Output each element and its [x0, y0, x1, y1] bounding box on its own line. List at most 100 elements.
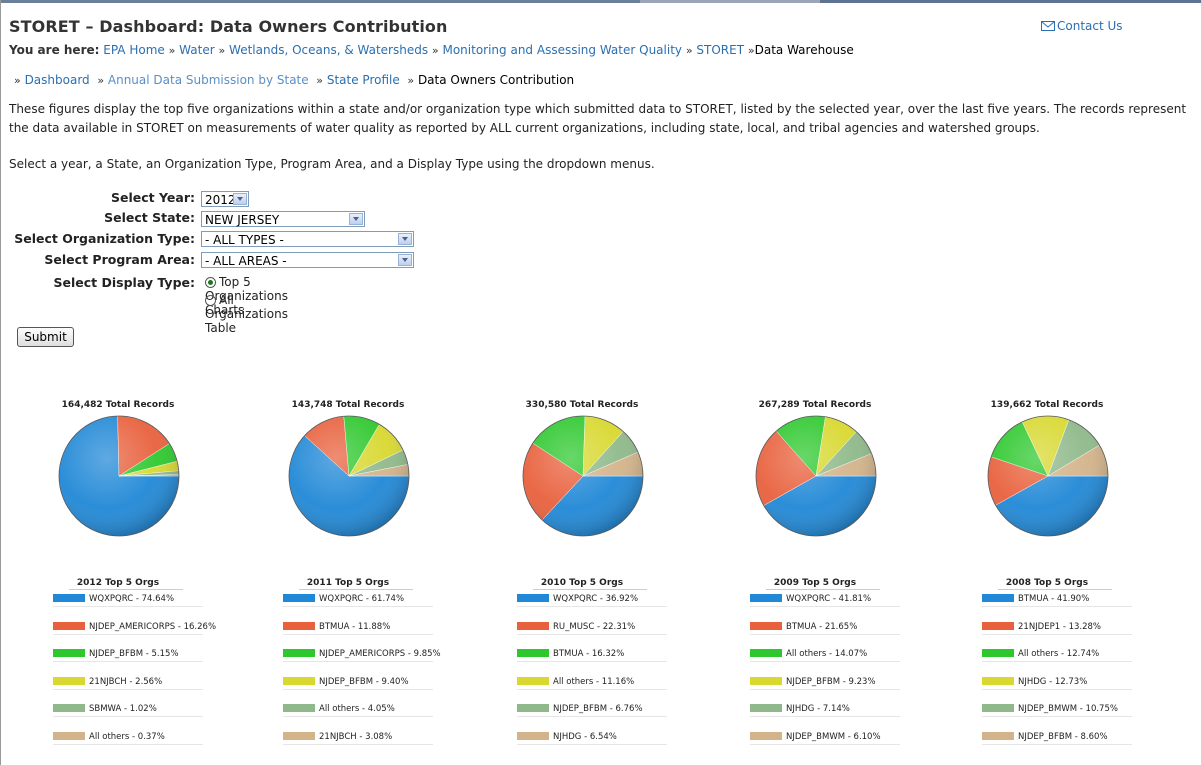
- breadcrumb-monitoring[interactable]: Monitoring and Assessing Water Quality: [442, 43, 682, 57]
- legend-item: All others - 12.74%: [982, 649, 1132, 662]
- submit-button[interactable]: Submit: [17, 327, 74, 347]
- legend-swatch: [53, 731, 85, 740]
- chart-total-records: 143,748 Total Records: [291, 400, 405, 410]
- legend-item: 21NJBCH - 2.56%: [53, 676, 203, 690]
- legend-label: 21NJBCH - 2.56%: [89, 676, 163, 687]
- legend-swatch: [517, 649, 549, 657]
- breadcrumb-water[interactable]: Water: [179, 43, 214, 57]
- legend-divider: [517, 661, 667, 662]
- pie-shading: [755, 415, 877, 537]
- year-label: Select Year:: [111, 190, 195, 205]
- description-text: These figures display the top five organ…: [9, 102, 1187, 135]
- legend-divider: [517, 743, 667, 745]
- page-title: STORET – Dashboard: Data Owners Contribu…: [9, 17, 448, 36]
- pie-shading: [987, 415, 1109, 537]
- legend-item: WQXPQRC - 74.64%: [53, 594, 203, 607]
- legend-label: BTMUA - 16.32%: [553, 649, 625, 659]
- legend-label: WQXPQRC - 74.64%: [89, 594, 175, 604]
- legend-swatch: [53, 704, 85, 712]
- legend-divider: [982, 661, 1132, 662]
- display-label: Select Display Type:: [53, 275, 195, 290]
- chart-total-records: 267,289 Total Records: [758, 400, 872, 410]
- legend-item: NJDEP_BFBM - 5.15%: [53, 649, 203, 662]
- legend-item: NJHDG - 12.73%: [982, 676, 1132, 690]
- pie-shading: [58, 415, 180, 537]
- legend-label: WQXPQRC - 41.81%: [786, 594, 872, 604]
- legend-swatch: [517, 704, 549, 712]
- legend-title-rule: [766, 589, 880, 590]
- legend-swatch: [750, 731, 782, 740]
- legend-label: NJDEP_BFBM - 9.23%: [786, 676, 876, 687]
- subnav-state-profile[interactable]: State Profile: [327, 73, 400, 87]
- subnav-annual-submission[interactable]: Annual Data Submission by State: [108, 73, 309, 87]
- chevron-down-icon: [398, 254, 412, 266]
- legend-item: WQXPQRC - 41.81%: [750, 594, 900, 607]
- pie-chart-2008: [987, 415, 1109, 537]
- legend-swatch: [53, 621, 85, 630]
- legend-swatch: [982, 621, 1014, 630]
- legend-title: 2009 Top 5 Orgs: [773, 578, 857, 588]
- left-border: [0, 0, 1, 765]
- legend-label: All others - 14.07%: [786, 649, 868, 659]
- radio-unselected-icon: [205, 295, 216, 306]
- legend-divider: [750, 688, 900, 690]
- legend-divider: [982, 606, 1132, 607]
- legend-label: NJHDG - 7.14%: [786, 704, 850, 714]
- legend-divider: [283, 743, 433, 745]
- contact-us-link[interactable]: Contact Us: [1041, 19, 1123, 33]
- legend-swatch: [283, 731, 315, 740]
- breadcrumb-wetlands[interactable]: Wetlands, Oceans, & Watersheds: [229, 43, 428, 57]
- year-select[interactable]: 2012: [201, 191, 249, 207]
- radio-all-orgs-table[interactable]: All Organizations Table: [205, 293, 288, 335]
- sub-navigation: » Dashboard » Annual Data Submission by …: [14, 73, 574, 87]
- pie-chart-2012: [58, 415, 180, 537]
- envelope-icon: [1041, 21, 1055, 31]
- breadcrumb-separator: »: [431, 44, 439, 57]
- breadcrumb-storet[interactable]: STORET: [696, 43, 744, 57]
- legend-label: All others - 4.05%: [319, 704, 395, 714]
- legend-label: All others - 12.74%: [1018, 649, 1100, 659]
- legend-divider: [283, 661, 433, 662]
- legend-title: 2011 Top 5 Orgs: [306, 578, 390, 588]
- state-select[interactable]: NEW JERSEY: [201, 211, 365, 227]
- legend-divider: [283, 606, 433, 607]
- legend-label: NJDEP_BFBM - 5.15%: [89, 649, 179, 659]
- orgtype-select[interactable]: - ALL TYPES -: [201, 231, 414, 247]
- legend-swatch: [517, 594, 549, 602]
- legend-label: NJDEP_BMWM - 6.10%: [786, 731, 881, 742]
- legend-label: NJHDG - 12.73%: [1018, 676, 1088, 687]
- legend-swatch: [517, 621, 549, 630]
- orgtype-label: Select Organization Type:: [14, 231, 195, 246]
- subnav-dashboard[interactable]: Dashboard: [25, 73, 90, 87]
- legend-swatch: [53, 649, 85, 657]
- legend-label: 21NJDEP1 - 13.28%: [1018, 621, 1102, 632]
- legend-swatch: [750, 704, 782, 712]
- state-label: Select State:: [104, 210, 195, 225]
- chart-total-records: 139,662 Total Records: [990, 400, 1104, 410]
- breadcrumb-epa-home[interactable]: EPA Home: [103, 43, 165, 57]
- legend-item: BTMUA - 21.65%: [750, 621, 900, 635]
- legend-item: NJDEP_BFBM - 9.23%: [750, 676, 900, 690]
- pie-chart-2011: [288, 415, 410, 537]
- legend-label: WQXPQRC - 36.92%: [553, 594, 639, 604]
- legend-divider: [517, 633, 667, 635]
- instructions-text: Select a year, a State, an Organization …: [9, 157, 655, 171]
- legend-item: 21NJDEP1 - 13.28%: [982, 621, 1132, 635]
- legend-item: 21NJBCH - 3.08%: [283, 731, 433, 745]
- legend-item: All others - 0.37%: [53, 731, 203, 745]
- subnav-separator: »: [316, 74, 324, 87]
- year-select-value: 2012: [205, 193, 236, 207]
- legend-divider: [750, 633, 900, 635]
- legend-swatch: [283, 704, 315, 712]
- legend-title: 2010 Top 5 Orgs: [540, 578, 624, 588]
- legend-item: SBMWA - 1.02%: [53, 704, 203, 717]
- legend-item: RU_MUSC - 22.31%: [517, 621, 667, 635]
- legend-item: NJDEP_BFBM - 8.60%: [982, 731, 1132, 745]
- program-select[interactable]: - ALL AREAS -: [201, 252, 414, 268]
- legend-swatch: [283, 594, 315, 602]
- legend-divider: [517, 716, 667, 717]
- legend-label: NJDEP_BFBM - 8.60%: [1018, 731, 1108, 742]
- legend-swatch: [53, 676, 85, 685]
- legend-divider: [750, 743, 900, 745]
- legend-title: 2012 Top 5 Orgs: [76, 578, 160, 588]
